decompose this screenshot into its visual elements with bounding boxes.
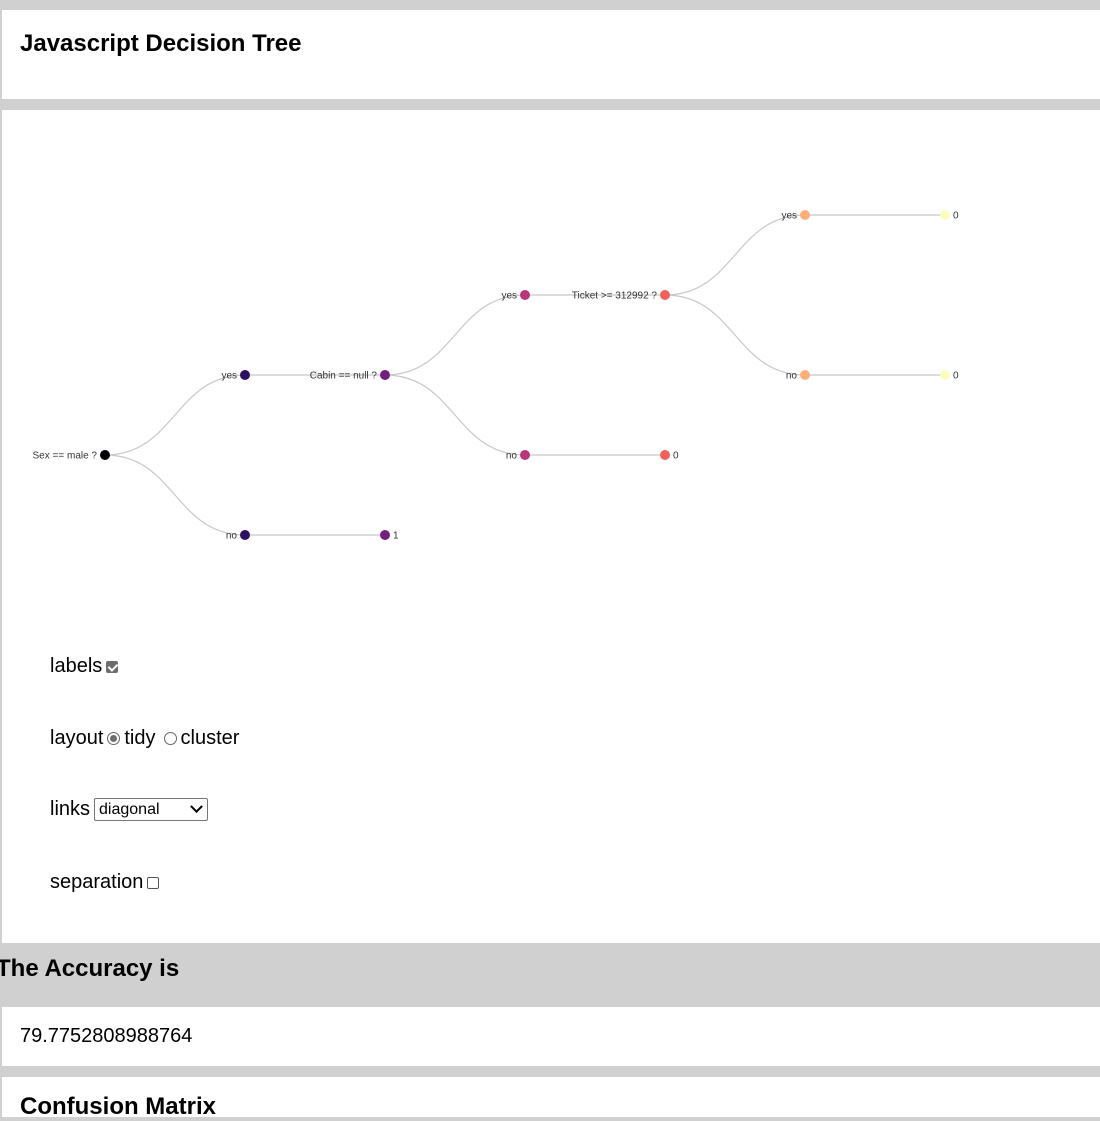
separation-checkbox[interactable] — [147, 876, 160, 889]
confusion-matrix-heading: Confusion Matrix — [20, 1093, 216, 1120]
tree-node-leaf_1[interactable] — [380, 530, 390, 540]
tree-node-label-c_yes: yes — [501, 291, 517, 302]
tree-node-n_yes[interactable] — [240, 370, 250, 380]
tree-node-ticket[interactable] — [660, 290, 670, 300]
layout-control: layout tidy cluster — [50, 727, 239, 750]
accuracy-value: 79.7752808988764 — [20, 1025, 193, 1047]
layout-cluster-radio[interactable] — [163, 732, 177, 745]
tree-node-label-ticket: Ticket >= 312992 ? — [572, 291, 658, 302]
tree-node-t_yes[interactable] — [800, 210, 810, 220]
layout-tidy-radio[interactable] — [107, 732, 121, 745]
tree-link-root-n_yes — [104, 374, 246, 456]
tree-node-t_no[interactable] — [800, 370, 810, 380]
tree-node-label-t_yes: yes — [781, 211, 797, 222]
chevron-down-icon — [190, 800, 203, 814]
tree-node-leaf_t0a[interactable] — [940, 210, 950, 220]
links-label: links — [50, 798, 91, 820]
tree-node-label-t_no: no — [786, 371, 798, 382]
tree-node-label-root: Sex == male ? — [33, 451, 98, 462]
header-panel: Javascript Decision Tree — [2, 10, 1100, 99]
accuracy-panel: 79.7752808988764 — [2, 1007, 1100, 1066]
tree-link-cabin-c_yes — [384, 294, 526, 376]
tree-node-label-n_no: no — [226, 531, 238, 542]
tree-node-label-leaf_1: 1 — [393, 531, 399, 542]
layout-cluster-label: cluster — [180, 727, 240, 749]
tree-node-leaf_t0b[interactable] — [940, 370, 950, 380]
tree-node-leaf_c0[interactable] — [660, 450, 670, 460]
tree-node-label-c_no: no — [506, 451, 518, 462]
labels-label: labels — [50, 655, 103, 677]
tree-node-label-cabin: Cabin == null ? — [310, 371, 378, 382]
tree-node-label-n_yes: yes — [221, 371, 237, 382]
tree-node-n_no[interactable] — [240, 530, 250, 540]
links-select-value: diagonal — [99, 800, 160, 818]
tree-node-cabin[interactable] — [380, 370, 390, 380]
decision-tree-diagram: Sex == male ? yes no Cabin == null ? 1 yes no T… — [33, 210, 959, 542]
links-control: links diagonal — [50, 798, 209, 821]
tree-node-label-leaf_c0: 0 — [673, 451, 679, 462]
labels-control: labels — [50, 655, 119, 678]
tree-node-label-leaf_t0b: 0 — [953, 371, 959, 382]
page-title: Javascript Decision Tree — [20, 30, 302, 57]
tree-node-label-leaf_t0a: 0 — [953, 211, 959, 222]
accuracy-heading: The Accuracy is — [0, 955, 180, 982]
layout-tidy-label: tidy — [124, 727, 156, 749]
tree-node-root[interactable] — [100, 450, 110, 460]
tree-panel: Sex == male ? yes no Cabin == null ? 1 yes no T… — [2, 110, 1100, 943]
separation-control: separation — [50, 871, 160, 894]
tree-node-c_no[interactable] — [520, 450, 530, 460]
links-select[interactable]: diagonal — [94, 798, 209, 821]
tree-node-c_yes[interactable] — [520, 290, 530, 300]
tree-link-ticket-t_yes — [664, 214, 806, 296]
confusion-matrix-panel: Confusion Matrix — [2, 1077, 1100, 1120]
tree-link-root-n_no — [104, 454, 246, 536]
labels-checkbox[interactable] — [106, 660, 119, 673]
tree-link-ticket-t_no — [664, 294, 806, 376]
separation-label: separation — [50, 871, 144, 893]
tree-link-cabin-c_no — [384, 374, 526, 456]
layout-label: layout — [50, 727, 104, 749]
